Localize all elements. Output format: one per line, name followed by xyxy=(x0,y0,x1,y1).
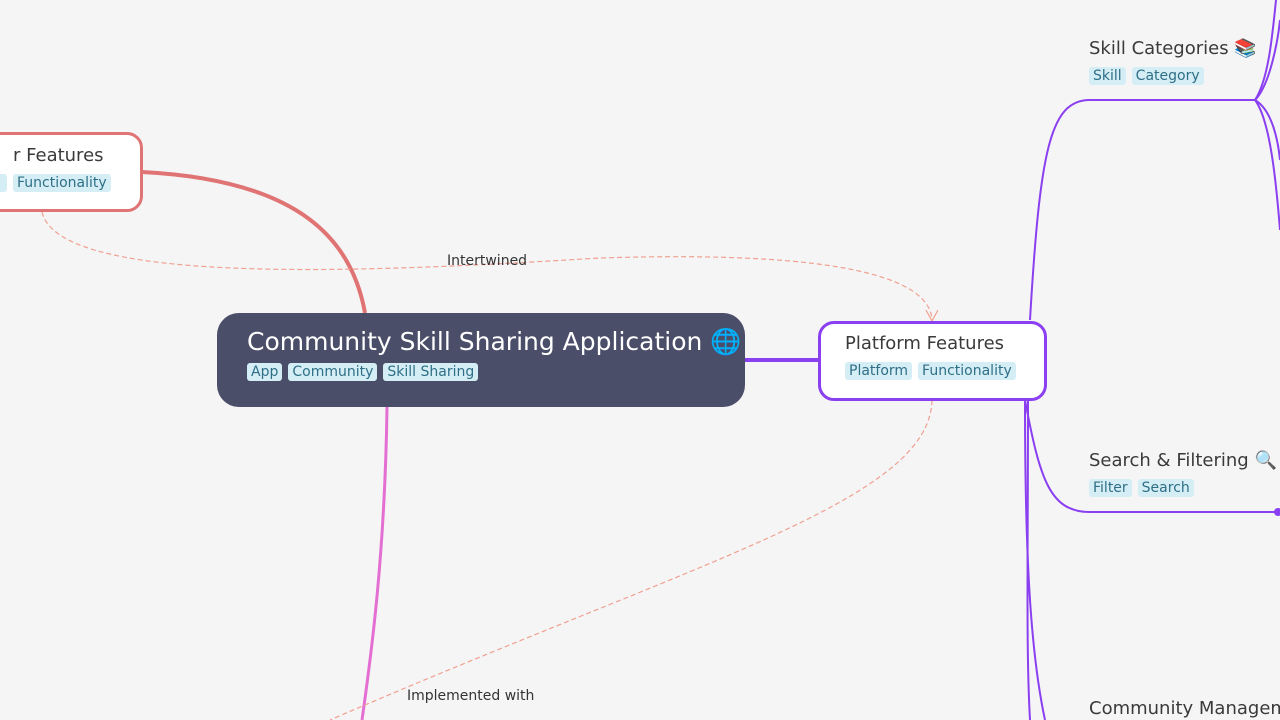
edge-skill-sub3 xyxy=(1254,99,1280,231)
edge-platform-skill-categories xyxy=(1029,99,1255,321)
edge-root-pink-branch xyxy=(360,406,389,720)
edge-root-user-features xyxy=(141,170,367,314)
tag: Category xyxy=(1131,67,1204,85)
edge-handle xyxy=(1274,508,1280,516)
node-title: Community Skill Sharing Application 🌐 xyxy=(247,327,742,356)
tag: Community xyxy=(288,363,378,381)
tag xyxy=(0,174,7,192)
node-title: Community Manageme xyxy=(1089,698,1280,719)
node-title: Skill Categories 📚 xyxy=(1089,38,1257,59)
dashed-edge-implemented-with xyxy=(329,399,933,720)
tag: Skill xyxy=(1089,67,1126,85)
node-title: r Features xyxy=(13,145,104,166)
node-search-filtering[interactable]: Search & Filtering 🔍 Filter Search xyxy=(1089,450,1277,497)
node-title: Search & Filtering 🔍 xyxy=(1089,450,1277,471)
edge-label-implemented-with: Implemented with xyxy=(407,688,535,704)
tag: App xyxy=(247,363,283,381)
node-user-features[interactable]: r Features Functionality xyxy=(0,132,143,212)
node-platform-features[interactable]: Platform Features Platform Functionality xyxy=(818,321,1047,401)
tag: Functionality xyxy=(918,362,1016,380)
tag: Search xyxy=(1137,479,1194,497)
tag: Filter xyxy=(1089,479,1132,497)
node-root[interactable]: Community Skill Sharing Application 🌐 Ap… xyxy=(217,313,745,407)
tag: Platform xyxy=(845,362,913,380)
tag: Skill Sharing xyxy=(383,363,479,381)
node-community-management[interactable]: Community Manageme xyxy=(1089,698,1280,719)
edge-label-intertwined: Intertwined xyxy=(447,253,528,269)
tag: Functionality xyxy=(13,174,111,192)
node-title: Platform Features xyxy=(845,333,1005,354)
node-skill-categories[interactable]: Skill Categories 📚 Skill Category xyxy=(1089,38,1257,85)
